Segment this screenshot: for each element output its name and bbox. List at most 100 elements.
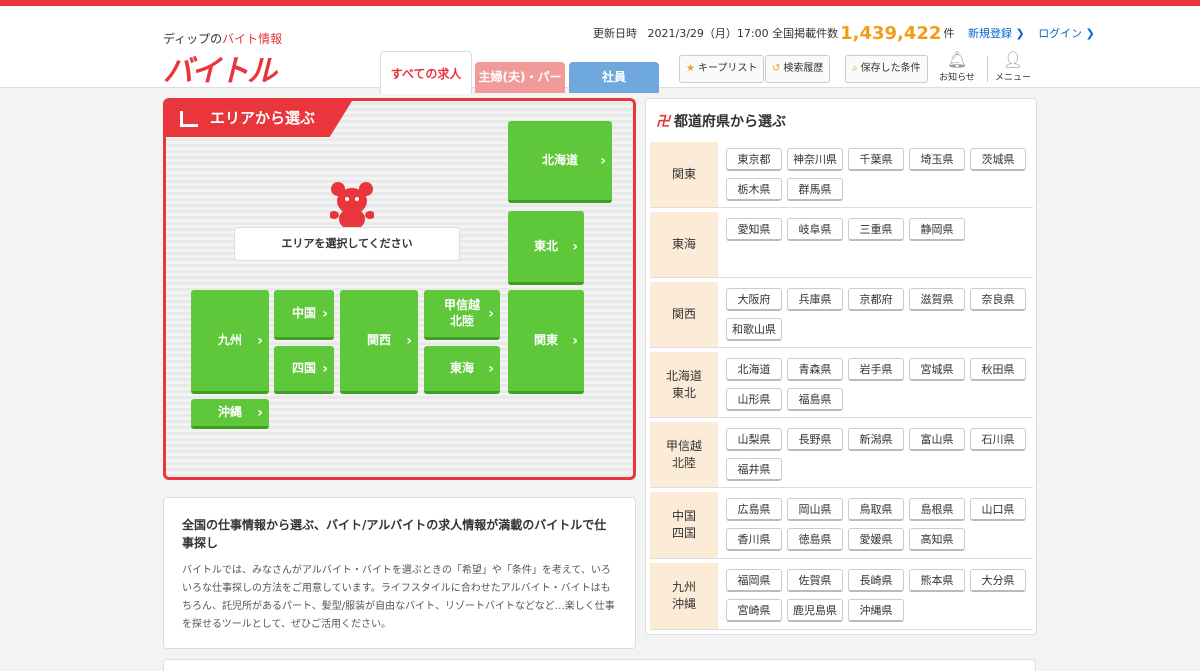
prefecture-button[interactable]: 大分県 bbox=[970, 569, 1026, 592]
prefecture-button[interactable]: 岐阜県 bbox=[787, 218, 843, 241]
prefecture-button[interactable]: 愛媛県 bbox=[848, 528, 904, 551]
tab-full-time[interactable]: 社員 bbox=[569, 62, 659, 93]
prefecture-button[interactable]: 愛知県 bbox=[726, 218, 782, 241]
prefecture-panel-title: 卍都道府県から選ぶ bbox=[656, 114, 786, 130]
prefecture-button[interactable]: 福島県 bbox=[787, 388, 843, 411]
prefecture-button[interactable]: 宮城県 bbox=[909, 358, 965, 381]
chevron-right-icon: › bbox=[322, 305, 328, 322]
prefecture-button[interactable]: 山形県 bbox=[726, 388, 782, 411]
keeplist-button[interactable]: ★ キープリスト bbox=[679, 55, 765, 83]
prefecture-button[interactable]: 香川県 bbox=[726, 528, 782, 551]
chevron-right-icon: › bbox=[257, 404, 263, 421]
region-kanto[interactable]: 関東 › bbox=[508, 290, 584, 394]
prefecture-button[interactable]: 三重県 bbox=[848, 218, 904, 241]
chevron-right-icon: › bbox=[257, 332, 263, 349]
prefecture-button[interactable]: 滋賀県 bbox=[909, 288, 965, 311]
prefecture-button[interactable]: 沖縄県 bbox=[848, 599, 904, 622]
region-tohoku[interactable]: 東北 › bbox=[508, 211, 584, 285]
prefecture-button[interactable]: 京都府 bbox=[848, 288, 904, 311]
chevron-right-icon: › bbox=[572, 238, 578, 255]
prefecture-button[interactable]: 東京都 bbox=[726, 148, 782, 171]
login-link[interactable]: ログイン ❯ bbox=[1038, 27, 1095, 40]
chevron-right-icon: › bbox=[406, 332, 412, 349]
prefecture-button[interactable]: 奈良県 bbox=[970, 288, 1026, 311]
region-koshinetsu-hokuriku[interactable]: 甲信越 北陸 › bbox=[424, 290, 500, 340]
prefecture-button[interactable]: 熊本県 bbox=[909, 569, 965, 592]
prefecture-button[interactable]: 長崎県 bbox=[848, 569, 904, 592]
prefecture-button[interactable]: 岩手県 bbox=[848, 358, 904, 381]
prefecture-button[interactable]: 新潟県 bbox=[848, 428, 904, 451]
total-count: 1,439,422 bbox=[840, 23, 942, 44]
prefecture-row-label: 東海 bbox=[650, 212, 718, 277]
prefecture-button[interactable]: 北海道 bbox=[726, 358, 782, 381]
prefecture-button[interactable]: 茨城県 bbox=[970, 148, 1026, 171]
prefecture-button[interactable]: 高知県 bbox=[909, 528, 965, 551]
prefecture-row: 九州 沖縄 福岡県 佐賀県 長崎県 熊本県 大分県宮崎県 鹿児島県 沖縄県 bbox=[650, 563, 1033, 630]
prefecture-row: 東海 愛知県 岐阜県 三重県 静岡県 bbox=[650, 212, 1033, 278]
description-body: バイトルでは、みなさんがアルバイト・バイトを選ぶときの「希望」や「条件」を考えて… bbox=[182, 565, 615, 630]
prefecture-button[interactable]: 群馬県 bbox=[787, 178, 843, 201]
site-logo[interactable]: バイトル bbox=[163, 46, 277, 90]
region-kansai[interactable]: 関西 › bbox=[340, 290, 418, 394]
prefecture-row: 北海道 東北 北海道 青森県 岩手県 宮城県 秋田県 山形県 福島県 bbox=[650, 352, 1033, 418]
notification-button[interactable]: 🔔︎ お知らせ bbox=[934, 50, 980, 83]
prefecture-row-label: 九州 沖縄 bbox=[650, 563, 718, 629]
region-shikoku[interactable]: 四国 › bbox=[274, 346, 334, 394]
prefecture-button[interactable]: 宮崎県 bbox=[726, 599, 782, 622]
prefecture-button[interactable]: 秋田県 bbox=[970, 358, 1026, 381]
tab-part-time[interactable]: 主婦(夫)・パート bbox=[475, 62, 565, 115]
chevron-right-icon: › bbox=[322, 360, 328, 377]
prefecture-button[interactable]: 神奈川県 bbox=[787, 148, 843, 171]
prefecture-button[interactable]: 島根県 bbox=[909, 498, 965, 521]
prefecture-button[interactable]: 大阪府 bbox=[726, 288, 782, 311]
prefecture-row-label: 中国 四国 bbox=[650, 492, 718, 558]
area-prompt: エリアを選択してください bbox=[234, 227, 460, 261]
menu-button[interactable]: 👤︎ メニュー bbox=[990, 50, 1036, 83]
prefecture-button[interactable]: 千葉県 bbox=[848, 148, 904, 171]
prefecture-row: 関東 東京都 神奈川県 千葉県 埼玉県 茨城県栃木県 群馬県 bbox=[650, 142, 1033, 208]
prefecture-button[interactable]: 兵庫県 bbox=[787, 288, 843, 311]
area-panel-title: エリアから選ぶ bbox=[166, 101, 352, 137]
prefecture-button[interactable]: 富山県 bbox=[909, 428, 965, 451]
prefecture-button[interactable]: 福岡県 bbox=[726, 569, 782, 592]
prefecture-button[interactable]: 和歌山県 bbox=[726, 318, 782, 341]
update-info: 更新日時 2021/3/29（月）17:00 全国掲載件数 1,439,422 件 … bbox=[593, 23, 1095, 44]
prefecture-button[interactable]: 山口県 bbox=[970, 498, 1026, 521]
prefecture-button[interactable]: 佐賀県 bbox=[787, 569, 843, 592]
prefecture-button[interactable]: 静岡県 bbox=[909, 218, 965, 241]
prefecture-row-label: 関東 bbox=[650, 142, 718, 207]
site-description: 全国の仕事情報から選ぶ、バイト/アルバイトの求人情報が満載のバイトルで仕事探し … bbox=[163, 497, 636, 649]
region-hokkaido[interactable]: 北海道 › bbox=[508, 121, 612, 203]
prefecture-button[interactable]: 青森県 bbox=[787, 358, 843, 381]
region-kyushu[interactable]: 九州 › bbox=[191, 290, 269, 394]
region-tokai[interactable]: 東海 › bbox=[424, 346, 500, 394]
prefecture-button[interactable]: 福井県 bbox=[726, 458, 782, 481]
prefecture-button[interactable]: 鹿児島県 bbox=[787, 599, 843, 622]
star-icon: ★ bbox=[686, 63, 695, 74]
register-link[interactable]: 新規登録 ❯ bbox=[968, 27, 1025, 40]
site-header: ディップのバイト情報 バイトル 更新日時 2021/3/29（月）17:00 全… bbox=[0, 6, 1200, 115]
prefecture-button[interactable]: 埼玉県 bbox=[909, 148, 965, 171]
tab-all-jobs[interactable]: すべての求人 bbox=[380, 51, 472, 94]
prefecture-button[interactable]: 長野県 bbox=[787, 428, 843, 451]
stairs-icon bbox=[180, 111, 198, 127]
region-chugoku[interactable]: 中国 › bbox=[274, 290, 334, 340]
logo-tagline: ディップのバイト情報 bbox=[163, 32, 283, 46]
prefecture-button[interactable]: 岡山県 bbox=[787, 498, 843, 521]
saved-conditions-button[interactable]: ⌕ 保存した条件 bbox=[845, 55, 928, 83]
prefecture-button[interactable]: 石川県 bbox=[970, 428, 1026, 451]
region-okinawa[interactable]: 沖縄 › bbox=[191, 399, 269, 429]
prefecture-button[interactable]: 徳島県 bbox=[787, 528, 843, 551]
chevron-right-icon: › bbox=[488, 360, 494, 377]
prefecture-button[interactable]: 鳥取県 bbox=[848, 498, 904, 521]
search-icon: ⌕ bbox=[852, 63, 858, 74]
prefecture-row: 関西 大阪府 兵庫県 京都府 滋賀県 奈良県和歌山県 bbox=[650, 282, 1033, 348]
prefecture-button[interactable]: 栃木県 bbox=[726, 178, 782, 201]
prefecture-button[interactable]: 山梨県 bbox=[726, 428, 782, 451]
prefecture-button[interactable]: 広島県 bbox=[726, 498, 782, 521]
history-button[interactable]: ↺ 検索履歴 bbox=[765, 55, 831, 83]
chevron-right-icon: › bbox=[600, 152, 606, 169]
prefecture-row-label: 関西 bbox=[650, 282, 718, 347]
prefecture-row: 中国 四国 広島県 岡山県 鳥取県 島根県 山口県香川県 徳島県 愛媛県 高知県 bbox=[650, 492, 1033, 559]
map-logo-icon: 卍 bbox=[656, 114, 670, 130]
